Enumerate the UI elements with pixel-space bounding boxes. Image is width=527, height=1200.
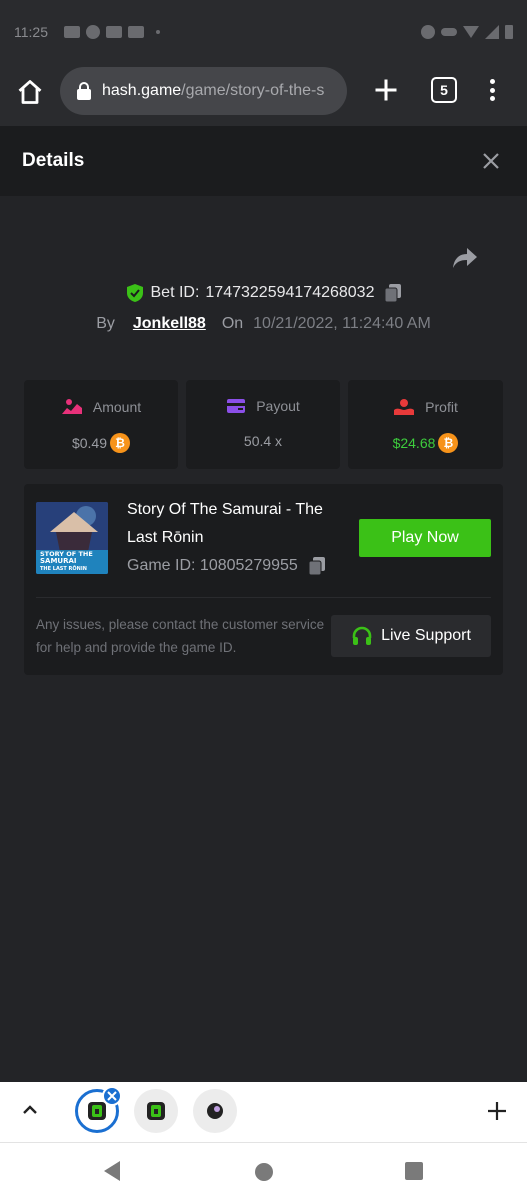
browser-toolbar: hash.game/game/story-of-the-s 5 <box>0 56 527 126</box>
status-left: 11:25 <box>14 0 160 64</box>
status-bar: 11:25 <box>0 0 527 64</box>
game-thumbnail[interactable]: STORY OF THE SAMURAI THE LAST RŌNIN <box>36 502 108 574</box>
headset-icon <box>352 626 372 645</box>
battery-icon <box>505 25 513 39</box>
payout-wallet-icon <box>227 399 246 413</box>
link-icon <box>441 28 457 36</box>
url-path: /game/story-of-the-s <box>181 82 325 99</box>
by-row: By Jonkell88 On 10/21/2022, 11:24:40 AM <box>0 315 527 333</box>
new-tab-icon[interactable] <box>372 76 400 104</box>
amount-icon <box>61 399 82 414</box>
bitcoin-coin-icon: ₿ <box>110 433 131 453</box>
close-tab-icon[interactable] <box>102 1086 122 1106</box>
browser-menu-icon[interactable] <box>484 76 500 104</box>
app-notification-icon <box>86 25 100 39</box>
amount-header: Amount <box>24 398 178 416</box>
profit-card: Profit $24.68 ₿ <box>348 380 503 469</box>
divider <box>36 597 491 598</box>
bet-date: 10/21/2022, 11:24:40 AM <box>253 315 431 332</box>
profit-label: Profit <box>425 399 458 415</box>
username-link[interactable]: Jonkell88 <box>133 315 206 333</box>
by-label: By <box>96 315 115 332</box>
tab-switcher-button[interactable]: 5 <box>431 77 457 103</box>
bet-id-value: 1747322594174268032 <box>205 284 375 301</box>
hash-game-favicon-icon <box>147 1102 165 1120</box>
wifi-icon <box>463 26 479 38</box>
game-id-label: Game ID: <box>127 557 196 574</box>
profit-value-row: $24.68 ₿ <box>348 433 503 453</box>
tab-other-site[interactable] <box>193 1089 237 1133</box>
back-icon[interactable] <box>102 1160 122 1182</box>
amount-label: Amount <box>92 399 142 415</box>
profit-value: $24.68 <box>392 435 436 451</box>
profit-icon <box>394 399 415 415</box>
thumb-title-line3: THE LAST RŌNIN <box>40 565 87 572</box>
more-notifications-dot-icon <box>156 30 160 34</box>
status-time: 11:25 <box>14 24 48 40</box>
page-title: Details <box>22 150 85 171</box>
system-nav-bar <box>0 1142 527 1200</box>
tab-hash-game[interactable] <box>134 1089 178 1133</box>
add-tab-icon[interactable] <box>486 1100 508 1122</box>
game-id-row: Game ID: 10805279955 <box>127 556 326 576</box>
payout-value: 50.4 x <box>243 433 283 449</box>
url-domain: hash.game <box>102 82 182 99</box>
game-card: STORY OF THE SAMURAI THE LAST RŌNIN Stor… <box>24 484 503 675</box>
live-support-label: Live Support <box>381 627 471 644</box>
payout-value-row: 50.4 x <box>186 433 340 449</box>
live-support-button[interactable]: Live Support <box>331 615 491 657</box>
on-label: On <box>221 315 244 332</box>
copy-game-id-icon[interactable] <box>308 556 326 576</box>
payout-label: Payout <box>256 398 300 414</box>
bitcoin-coin-icon: ₿ <box>438 433 459 453</box>
home-circle-icon[interactable] <box>255 1163 273 1181</box>
samurai-artwork-icon: STORY OF THE SAMURAI THE LAST RŌNIN <box>36 502 108 574</box>
profit-header: Profit <box>348 398 503 416</box>
amount-value: $0.49 <box>71 435 108 451</box>
copy-bet-id-icon[interactable] <box>384 283 402 303</box>
share-icon[interactable] <box>452 246 478 270</box>
recent-apps-icon[interactable] <box>405 1162 423 1180</box>
lock-icon <box>77 82 91 100</box>
site-favicon-icon <box>207 1103 223 1119</box>
payout-card: Payout 50.4 x <box>186 380 340 469</box>
bet-id-row: Bet ID: 1747322594174268032 <box>0 283 527 303</box>
verified-shield-icon <box>126 284 143 302</box>
youtube-notification-icon <box>106 26 122 38</box>
payout-header: Payout <box>186 398 340 414</box>
thumb-title-line2: SAMURAI <box>40 557 77 565</box>
details-header: Details <box>0 126 527 196</box>
amount-value-row: $0.49 ₿ <box>24 433 178 453</box>
url-bar[interactable]: hash.game/game/story-of-the-s <box>60 67 347 115</box>
close-icon[interactable] <box>481 151 501 171</box>
home-icon[interactable] <box>16 78 44 106</box>
amount-card: Amount $0.49 ₿ <box>24 380 178 469</box>
gmail-notification-icon <box>64 26 80 38</box>
play-now-button[interactable]: Play Now <box>359 519 491 557</box>
chevron-up-icon[interactable] <box>20 1100 40 1120</box>
game-id-value: 10805279955 <box>199 557 298 574</box>
signal-icon <box>485 25 499 39</box>
youtube-notification-icon-2 <box>128 26 144 38</box>
game-name[interactable]: Story Of The Samurai - The Last Rōnin <box>127 496 357 552</box>
bet-id-label: Bet ID: <box>150 284 200 301</box>
hash-game-favicon-icon <box>88 1102 106 1120</box>
support-instructions: Any issues, please contact the customer … <box>36 617 325 655</box>
alarm-icon <box>421 25 435 39</box>
tab-strip <box>0 1082 527 1142</box>
status-right <box>421 25 513 39</box>
